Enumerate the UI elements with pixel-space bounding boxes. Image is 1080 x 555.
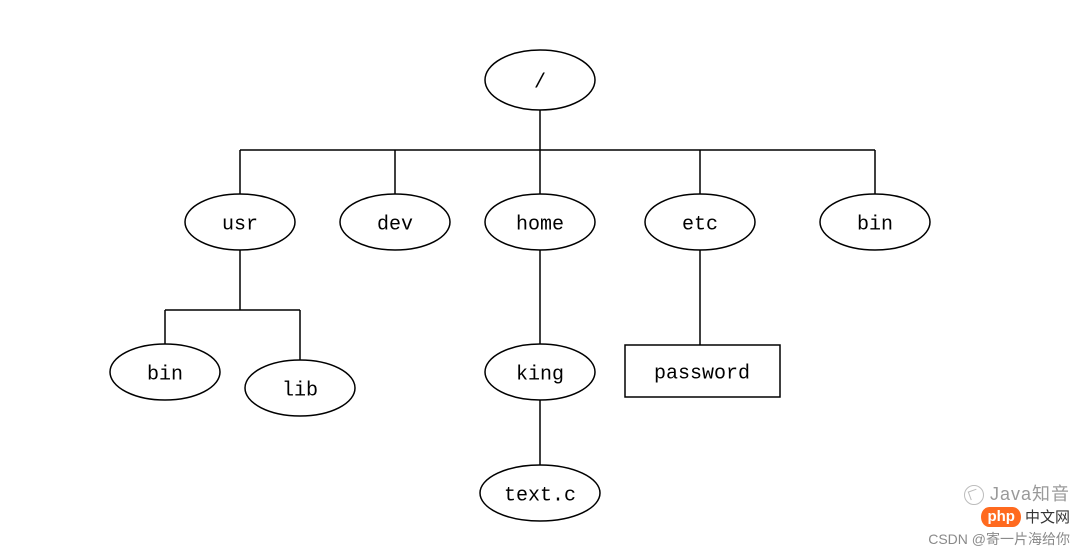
node-home-label: home (516, 213, 564, 236)
node-etc-label: etc (682, 213, 718, 236)
node-usr-label: usr (222, 213, 258, 236)
node-password-label: password (654, 362, 750, 385)
node-usr-bin-label: bin (147, 363, 183, 386)
node-dev-label: dev (377, 213, 413, 236)
filesystem-tree-diagram: / usr dev home etc bin bin lib king text… (0, 0, 1080, 555)
node-usr-lib-label: lib (282, 379, 318, 402)
node-bin-label: bin (857, 213, 893, 236)
node-root-label: / (534, 71, 546, 94)
node-king-label: king (516, 363, 564, 386)
node-textc-label: text.c (504, 484, 576, 507)
